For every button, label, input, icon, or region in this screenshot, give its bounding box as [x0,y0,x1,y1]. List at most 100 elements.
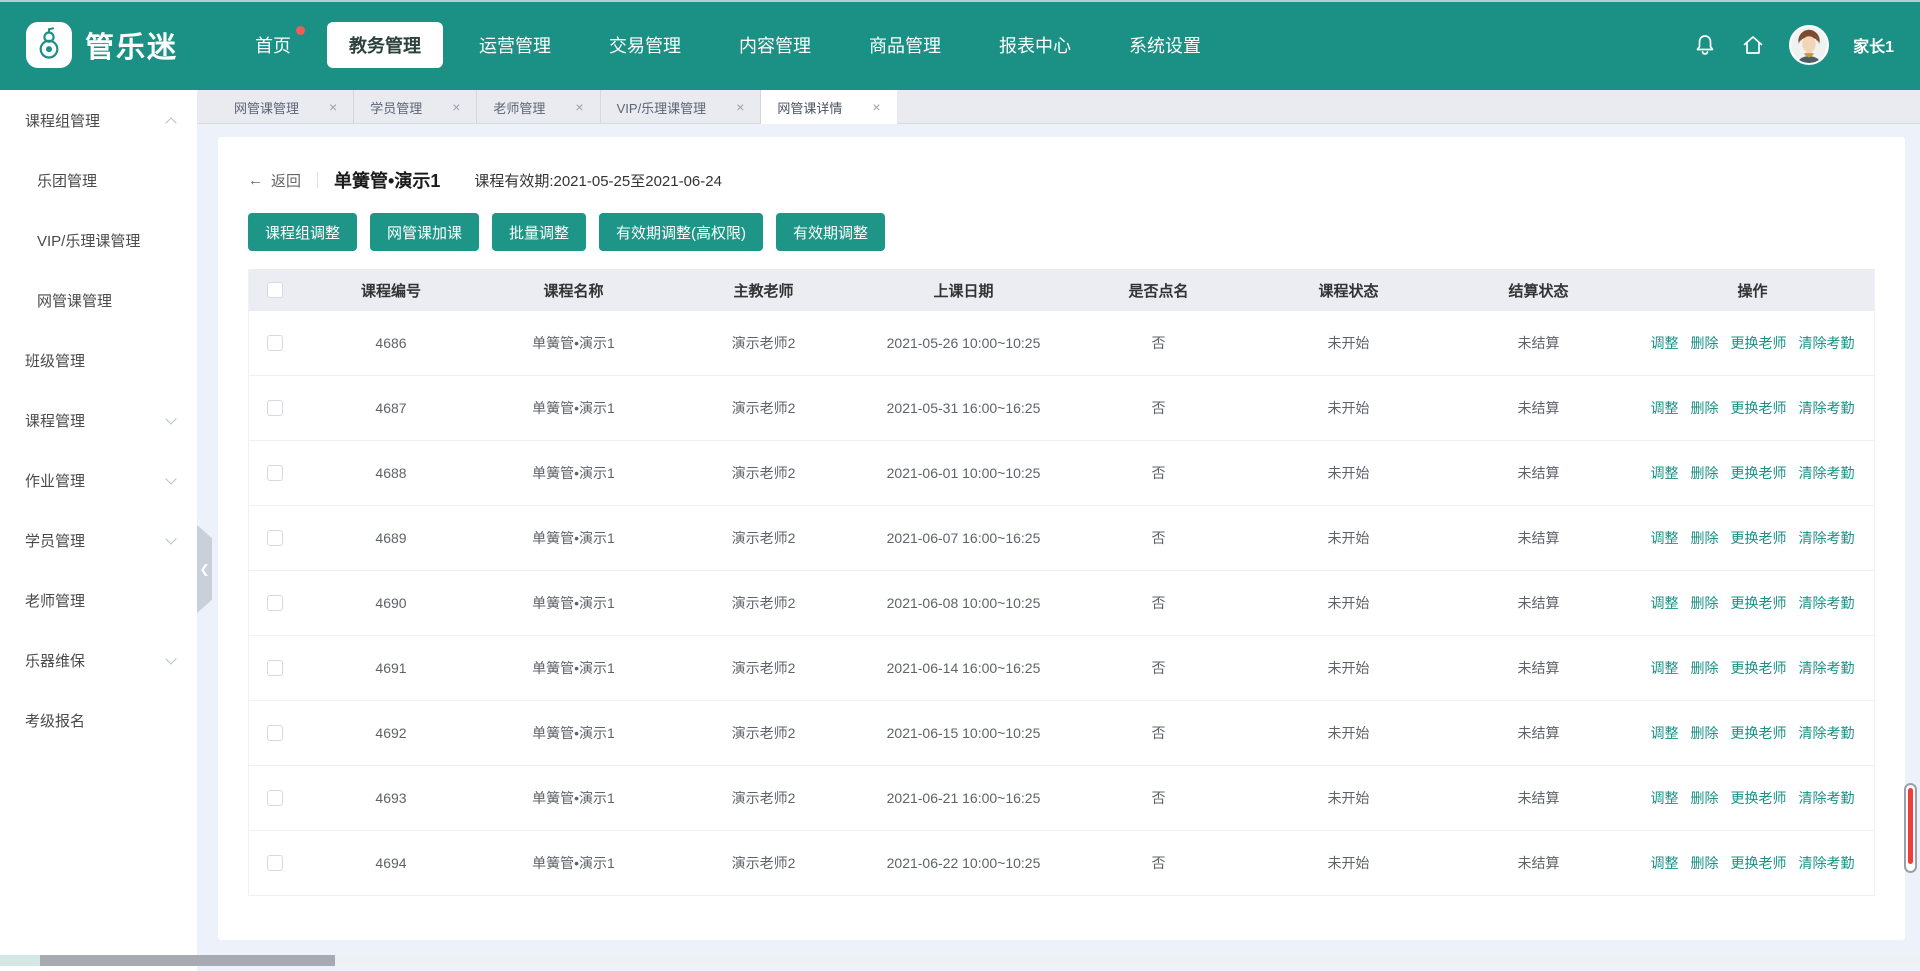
nav-item[interactable]: 首页 [233,22,313,68]
sidebar-item[interactable]: 老师管理 [0,570,197,630]
row-action-link[interactable]: 删除 [1691,658,1719,678]
row-checkbox[interactable] [267,335,283,351]
page-header: ← 返回 单簧管•演示1 课程有效期:2021-05-25至2021-06-24 [248,137,1875,193]
row-action-link[interactable]: 清除考勤 [1799,528,1855,548]
page-tab[interactable]: 学员管理 × [354,90,477,124]
cell-teacher: 演示老师2 [666,831,861,895]
tab-close-icon[interactable]: × [329,99,337,115]
sidebar-item[interactable]: 乐器维保 [0,630,197,690]
row-action-link[interactable]: 清除考勤 [1799,463,1855,483]
page-title: 单簧管•演示1 [334,167,440,193]
row-action-link[interactable]: 删除 [1691,853,1719,873]
row-action-link[interactable]: 调整 [1651,463,1679,483]
row-action-link[interactable]: 清除考勤 [1799,658,1855,678]
row-action-link[interactable]: 调整 [1651,658,1679,678]
nav-item[interactable]: 商品管理 [847,22,963,68]
sidebar-item[interactable]: 网管课管理 [0,270,197,330]
row-action-link[interactable]: 删除 [1691,398,1719,418]
page-tab[interactable]: 老师管理 × [477,90,600,124]
cell-course-id: 4686 [301,311,481,375]
row-action-link[interactable]: 更换老师 [1731,658,1787,678]
sidebar-item[interactable]: 班级管理 [0,330,197,390]
back-button[interactable]: ← 返回 [248,170,301,191]
toolbar-button[interactable]: 课程组调整 [248,213,357,251]
row-action-link[interactable]: 更换老师 [1731,398,1787,418]
topbar-right-cluster: 家长1 [1693,25,1894,65]
row-action-link[interactable]: 调整 [1651,528,1679,548]
row-checkbox[interactable] [267,790,283,806]
home-icon[interactable] [1741,33,1765,57]
page-tab[interactable]: VIP/乐理课管理 × [601,90,762,124]
nav-item[interactable]: 交易管理 [587,22,703,68]
toolbar-button[interactable]: 网管课加课 [370,213,479,251]
row-action-link[interactable]: 删除 [1691,788,1719,808]
row-action-link[interactable]: 更换老师 [1731,853,1787,873]
row-action-link[interactable]: 更换老师 [1731,788,1787,808]
sidebar-collapse-handle[interactable]: ❮ [197,525,212,613]
row-action-link[interactable]: 清除考勤 [1799,788,1855,808]
row-action-link[interactable]: 更换老师 [1731,463,1787,483]
nav-item-label: 交易管理 [609,36,681,56]
cell-settlement: 未结算 [1446,441,1631,505]
nav-item[interactable]: 报表中心 [977,22,1093,68]
tab-close-icon[interactable]: × [736,99,744,115]
toolbar-button[interactable]: 有效期调整 [776,213,885,251]
cell-rollcall: 否 [1066,831,1251,895]
row-checkbox[interactable] [267,855,283,871]
row-action-link[interactable]: 更换老师 [1731,333,1787,353]
row-action-link[interactable]: 删除 [1691,723,1719,743]
row-action-link[interactable]: 删除 [1691,333,1719,353]
row-checkbox[interactable] [267,465,283,481]
vertical-scrollbar-thumb[interactable] [1908,788,1913,864]
sidebar-item[interactable]: 考级报名 [0,690,197,750]
toolbar-button[interactable]: 有效期调整(高权限) [599,213,763,251]
row-action-link[interactable]: 调整 [1651,853,1679,873]
nav-item[interactable]: 内容管理 [717,22,833,68]
row-action-link[interactable]: 清除考勤 [1799,593,1855,613]
nav-item[interactable]: 运营管理 [457,22,573,68]
row-action-link[interactable]: 清除考勤 [1799,853,1855,873]
row-action-link[interactable]: 调整 [1651,788,1679,808]
select-all-checkbox[interactable] [267,282,283,298]
sidebar-item[interactable]: 作业管理 [0,450,197,510]
row-checkbox[interactable] [267,725,283,741]
row-checkbox[interactable] [267,530,283,546]
tab-close-icon[interactable]: × [452,99,460,115]
row-action-link[interactable]: 更换老师 [1731,723,1787,743]
row-action-link[interactable]: 更换老师 [1731,593,1787,613]
row-action-link[interactable]: 清除考勤 [1799,398,1855,418]
row-action-link[interactable]: 删除 [1691,593,1719,613]
user-avatar[interactable] [1789,25,1829,65]
toolbar-button[interactable]: 批量调整 [492,213,586,251]
nav-item[interactable]: 系统设置 [1107,22,1223,68]
row-action-link[interactable]: 调整 [1651,333,1679,353]
row-action-link[interactable]: 调整 [1651,398,1679,418]
row-checkbox[interactable] [267,660,283,676]
cell-teacher: 演示老师2 [666,701,861,765]
sidebar-item-label: 学员管理 [25,530,85,551]
row-action-link[interactable]: 调整 [1651,593,1679,613]
tab-close-icon[interactable]: × [575,99,583,115]
row-action-link[interactable]: 更换老师 [1731,528,1787,548]
sidebar-item[interactable]: VIP/乐理课管理 [0,210,197,270]
sidebar-item[interactable]: 乐团管理 [0,150,197,210]
sidebar-item[interactable]: 课程组管理 [0,90,197,150]
row-action-link[interactable]: 清除考勤 [1799,333,1855,353]
sidebar-item[interactable]: 学员管理 [0,510,197,570]
row-checkbox[interactable] [267,595,283,611]
page-tab[interactable]: 网管课详情 × [761,90,896,124]
row-action-link[interactable]: 删除 [1691,463,1719,483]
row-checkbox[interactable] [267,400,283,416]
bell-icon[interactable] [1693,33,1717,57]
row-action-link[interactable]: 调整 [1651,723,1679,743]
tab-close-icon[interactable]: × [872,99,880,115]
horizontal-scrollbar-thumb[interactable] [40,955,335,966]
nav-item[interactable]: 教务管理 [327,22,443,68]
sidebar-item[interactable]: 课程管理 [0,390,197,450]
row-checkbox-cell [249,571,301,635]
row-action-link[interactable]: 删除 [1691,528,1719,548]
row-action-link[interactable]: 清除考勤 [1799,723,1855,743]
page-tab[interactable]: 网管课管理 × [218,90,354,124]
vertical-scrollbar[interactable] [1904,783,1917,873]
row-checkbox-cell [249,311,301,375]
